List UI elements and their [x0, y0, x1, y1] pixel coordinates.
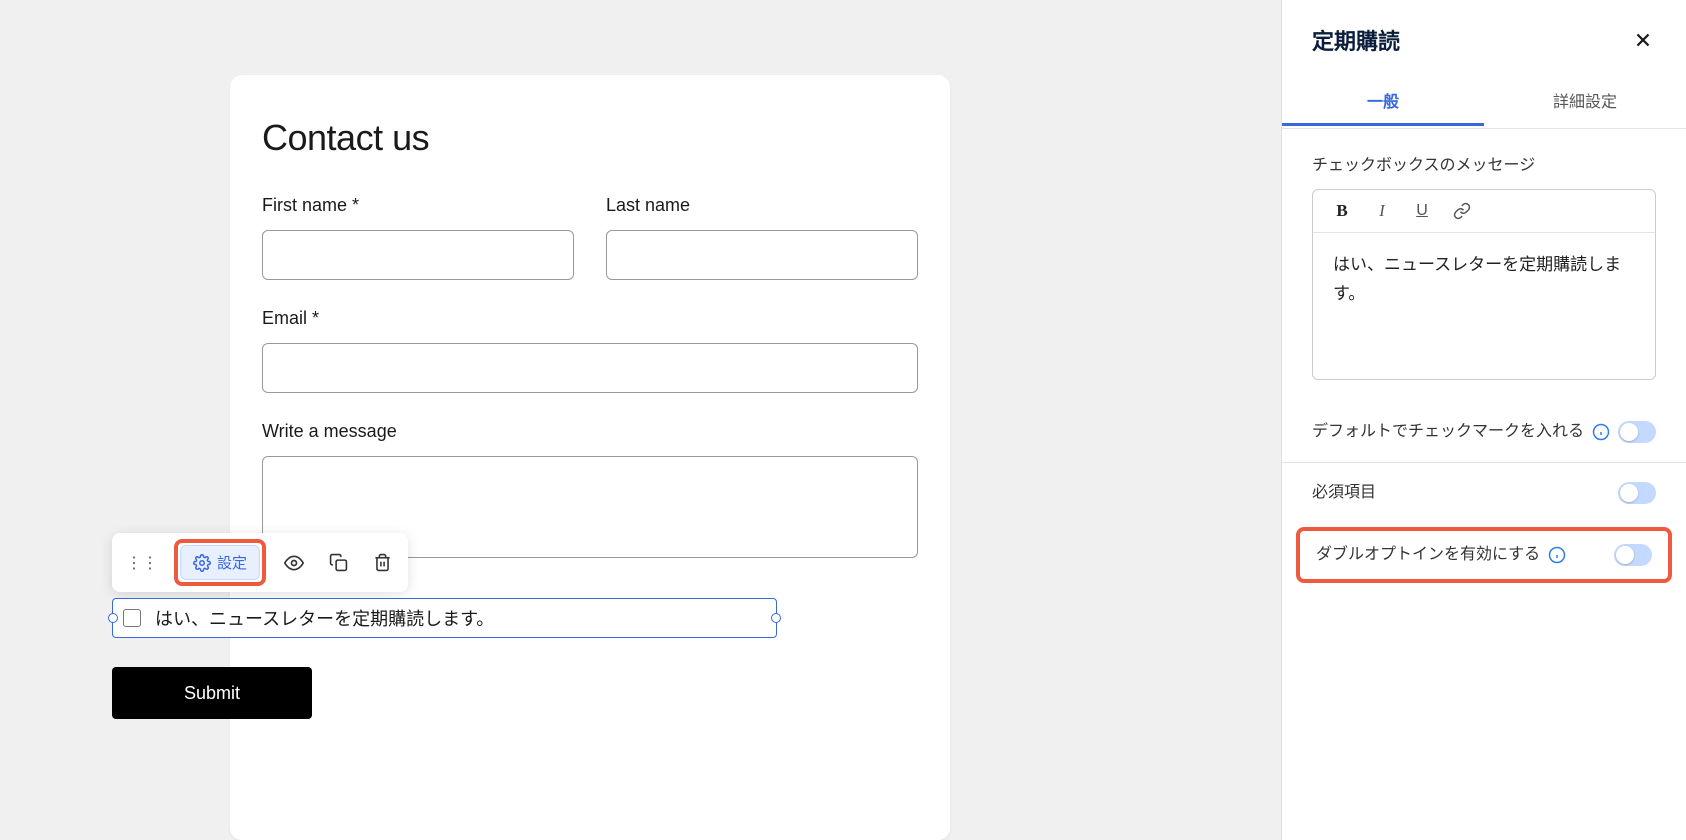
- first-name-input[interactable]: [262, 230, 574, 280]
- submit-button[interactable]: Submit: [112, 667, 312, 719]
- form-card: Contact us First name * Last name Email …: [230, 75, 950, 840]
- email-input[interactable]: [262, 343, 918, 393]
- tab-advanced[interactable]: 詳細設定: [1484, 74, 1686, 126]
- sidebar-tabs: 一般 詳細設定: [1282, 74, 1686, 128]
- last-name-label: Last name: [606, 195, 918, 216]
- first-name-field: First name *: [262, 195, 574, 280]
- info-icon[interactable]: [1592, 423, 1610, 441]
- subscription-checkbox-element[interactable]: はい、ニュースレターを定期購読します。: [112, 598, 777, 638]
- info-icon[interactable]: [1548, 546, 1566, 564]
- message-label: Write a message: [262, 421, 918, 442]
- double-optin-toggle[interactable]: [1614, 544, 1652, 566]
- checkbox-message-label: チェックボックスのメッセージ: [1312, 151, 1656, 175]
- link-icon: [1453, 202, 1471, 220]
- sidebar-header: 定期購読: [1282, 0, 1686, 74]
- link-button[interactable]: [1451, 200, 1473, 222]
- double-optin-row: ダブルオプトインを有効にする: [1300, 531, 1668, 579]
- settings-highlight: 設定: [174, 539, 266, 586]
- eye-icon: [284, 553, 304, 573]
- email-label: Email *: [262, 308, 918, 329]
- first-name-label: First name *: [262, 195, 574, 216]
- visibility-button[interactable]: [276, 545, 312, 581]
- checkbox-label: はい、ニュースレターを定期購読します。: [155, 605, 494, 631]
- editor-toolbar: B I U: [1313, 190, 1655, 233]
- copy-icon: [329, 553, 348, 572]
- default-checked-toggle[interactable]: [1618, 421, 1656, 443]
- resize-handle-right[interactable]: [771, 613, 781, 623]
- drag-handle-icon[interactable]: ⋮⋮: [116, 545, 168, 581]
- close-icon: [1632, 29, 1654, 51]
- last-name-field: Last name: [606, 195, 918, 280]
- element-toolbar: ⋮⋮ 設定: [112, 533, 408, 592]
- checkbox-input[interactable]: [123, 609, 141, 627]
- resize-handle-left[interactable]: [108, 613, 118, 623]
- settings-button[interactable]: 設定: [180, 545, 260, 580]
- trash-icon: [373, 553, 392, 572]
- selected-element: ⋮⋮ 設定 はい、ニュースレターを定期購読します。: [112, 533, 777, 638]
- form-title: Contact us: [262, 117, 918, 159]
- underline-button[interactable]: U: [1411, 200, 1433, 222]
- required-label: 必須項目: [1312, 481, 1376, 505]
- double-optin-label: ダブルオプトインを有効にする: [1316, 543, 1540, 567]
- email-field: Email *: [262, 308, 918, 393]
- bold-button[interactable]: B: [1331, 200, 1353, 222]
- delete-button[interactable]: [364, 545, 400, 581]
- editor-content[interactable]: はい、ニュースレターを定期購読します。: [1313, 233, 1655, 379]
- italic-button[interactable]: I: [1371, 200, 1393, 222]
- default-checked-row: デフォルトでチェックマークを入れる: [1282, 402, 1686, 462]
- settings-sidebar: 定期購読 一般 詳細設定 チェックボックスのメッセージ B I U はい、ニュー…: [1281, 0, 1686, 840]
- last-name-input[interactable]: [606, 230, 918, 280]
- gear-icon: [193, 554, 211, 572]
- close-button[interactable]: [1630, 27, 1656, 53]
- default-checked-label: デフォルトでチェックマークを入れる: [1312, 420, 1584, 444]
- tab-general[interactable]: 一般: [1282, 74, 1484, 126]
- rich-text-editor: B I U はい、ニュースレターを定期購読します。: [1312, 189, 1656, 380]
- duplicate-button[interactable]: [320, 545, 356, 581]
- checkbox-message-section: チェックボックスのメッセージ B I U はい、ニュースレターを定期購読します。: [1282, 129, 1686, 402]
- sidebar-title: 定期購読: [1312, 24, 1400, 56]
- required-toggle[interactable]: [1618, 482, 1656, 504]
- required-row: 必須項目: [1282, 463, 1686, 523]
- double-optin-highlight: ダブルオプトインを有効にする: [1296, 527, 1672, 583]
- settings-button-label: 設定: [217, 552, 247, 573]
